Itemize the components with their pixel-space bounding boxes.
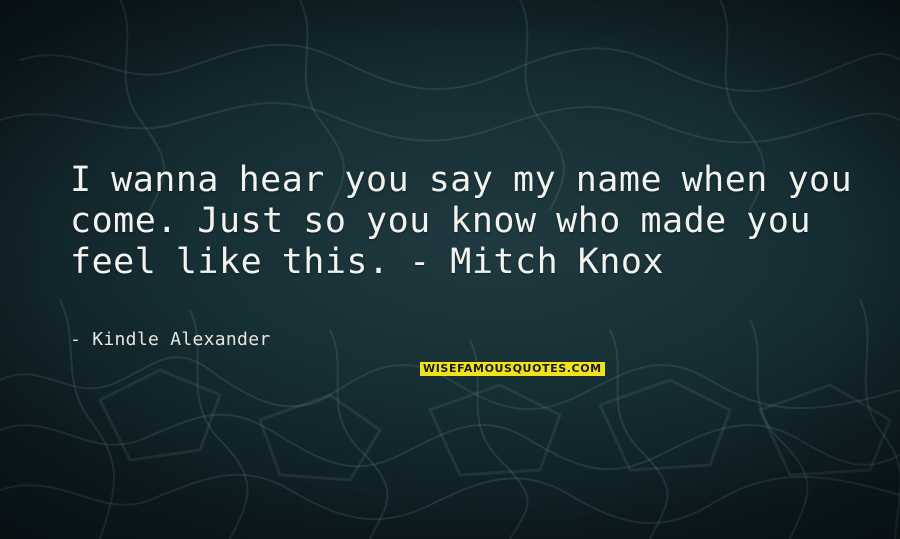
quote-text: I wanna hear you say my name when you co… <box>70 160 853 282</box>
quote-image: I wanna hear you say my name when you co… <box>0 0 900 539</box>
quote-author: - Kindle Alexander <box>70 329 271 350</box>
watermark-badge: WISEFAMOUSQUOTES.COM <box>420 362 605 376</box>
watermark-text: WISEFAMOUSQUOTES.COM <box>423 362 602 375</box>
